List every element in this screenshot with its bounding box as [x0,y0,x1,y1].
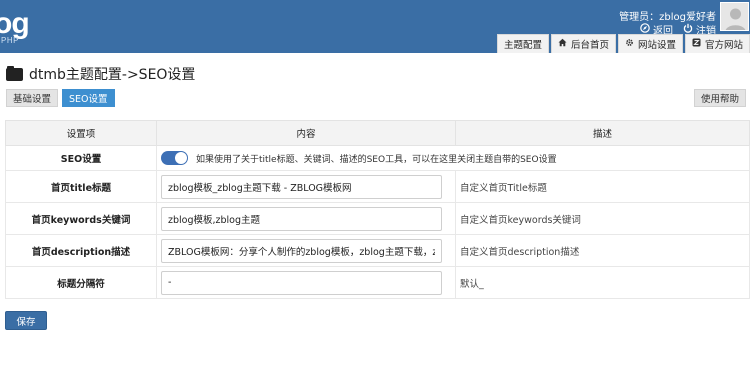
column-header-description: 描述 [455,120,750,146]
table-row: 首页keywords关键词 自定义首页keywords关键词 [5,202,750,235]
home-title-input[interactable] [161,174,442,199]
setting-description: 自定义首页Title标题 [455,170,750,203]
home-description-input[interactable] [161,238,442,263]
seo-toggle-description: 如果使用了关于title标题、关键词、描述的SEO工具，可以在这里关闭主题自带的… [196,154,557,165]
setting-label: 首页title标题 [5,170,157,203]
setting-description: 自定义首页keywords关键词 [455,202,750,235]
logo-subtext: PHP [1,36,19,45]
save-button[interactable]: 保存 [5,311,47,330]
table-header-row: 设置项 内容 描述 [5,120,750,146]
table-row: SEO设置 如果使用了关于title标题、关键词、描述的SEO工具，可以在这里关… [5,145,750,171]
table-row: 标题分隔符 默认_ [5,266,750,299]
table-row: 首页title标题 自定义首页Title标题 [5,170,750,203]
gear-icon [625,38,634,50]
setting-description: 默认_ [455,266,750,299]
tab-official-site[interactable]: 官方网站 [684,34,750,53]
tab-label: 网站设置 [637,40,676,51]
tab-label: 官方网站 [704,40,743,51]
column-header-content: 内容 [156,120,456,146]
tab-theme-config[interactable]: 主题配置 [496,34,549,53]
tab-admin-home[interactable]: 后台首页 [550,34,616,53]
table-row: 首页description描述 自定义首页description描述 [5,234,750,267]
main-nav-tabs: 主题配置 后台首页 网站设置 官方网站 [496,34,750,53]
setting-label: SEO设置 [5,145,157,171]
tab-basic-settings[interactable]: 基础设置 [6,89,59,107]
tab-label: 后台首页 [570,40,609,51]
help-button[interactable]: 使用帮助 [693,89,746,107]
setting-label: 首页keywords关键词 [5,202,157,235]
seo-toggle-cell: 如果使用了关于title标题、关键词、描述的SEO工具，可以在这里关闭主题自带的… [156,145,750,171]
setting-label: 首页description描述 [5,234,157,267]
setting-description: 自定义首页description描述 [455,234,750,267]
tab-site-settings[interactable]: 网站设置 [617,34,683,53]
home-icon [558,38,567,50]
home-keywords-input[interactable] [161,206,442,231]
folder-icon [6,65,23,81]
tab-label: 主题配置 [503,40,542,51]
seo-toggle-switch[interactable] [161,151,188,165]
settings-sub-tabs: 基础设置 SEO设置 [6,89,115,107]
avatar[interactable] [720,2,749,31]
page-title: dtmb主题配置->SEO设置 [6,64,195,84]
title-separator-input[interactable] [161,270,442,295]
column-header-setting: 设置项 [5,120,157,146]
tab-seo-settings[interactable]: SEO设置 [62,89,115,107]
zblog-icon [692,38,701,50]
top-header-bar: og PHP 管理员：zblog爱好者 返回 注销 主题配置 后台首页 网站设置… [0,0,750,53]
seo-settings-table: 设置项 内容 描述 SEO设置 如果使用了关于title标题、关键词、描述的SE… [5,120,750,299]
page-title-text: dtmb主题配置->SEO设置 [29,67,196,83]
admin-username: 管理员：zblog爱好者 [619,12,716,23]
setting-label: 标题分隔符 [5,266,157,299]
